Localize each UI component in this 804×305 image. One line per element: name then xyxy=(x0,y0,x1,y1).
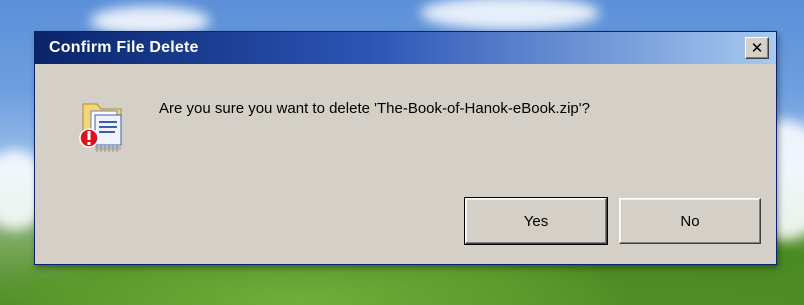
delete-file-warning-icon xyxy=(75,94,137,156)
dialog-title: Confirm File Delete xyxy=(49,39,199,56)
close-button[interactable]: ✕ xyxy=(745,37,769,59)
yes-button[interactable]: Yes xyxy=(464,197,608,245)
dialog-titlebar[interactable]: Confirm File Delete ✕ xyxy=(35,32,776,64)
no-button[interactable]: No xyxy=(619,198,761,244)
confirm-message: Are you sure you want to delete 'The-Boo… xyxy=(159,100,590,117)
confirm-delete-dialog: Confirm File Delete ✕ Are you sure you w… xyxy=(34,31,777,265)
dialog-body: Are you sure you want to delete 'The-Boo… xyxy=(35,64,776,264)
close-icon: ✕ xyxy=(750,38,764,57)
cloud-decoration xyxy=(420,0,600,30)
